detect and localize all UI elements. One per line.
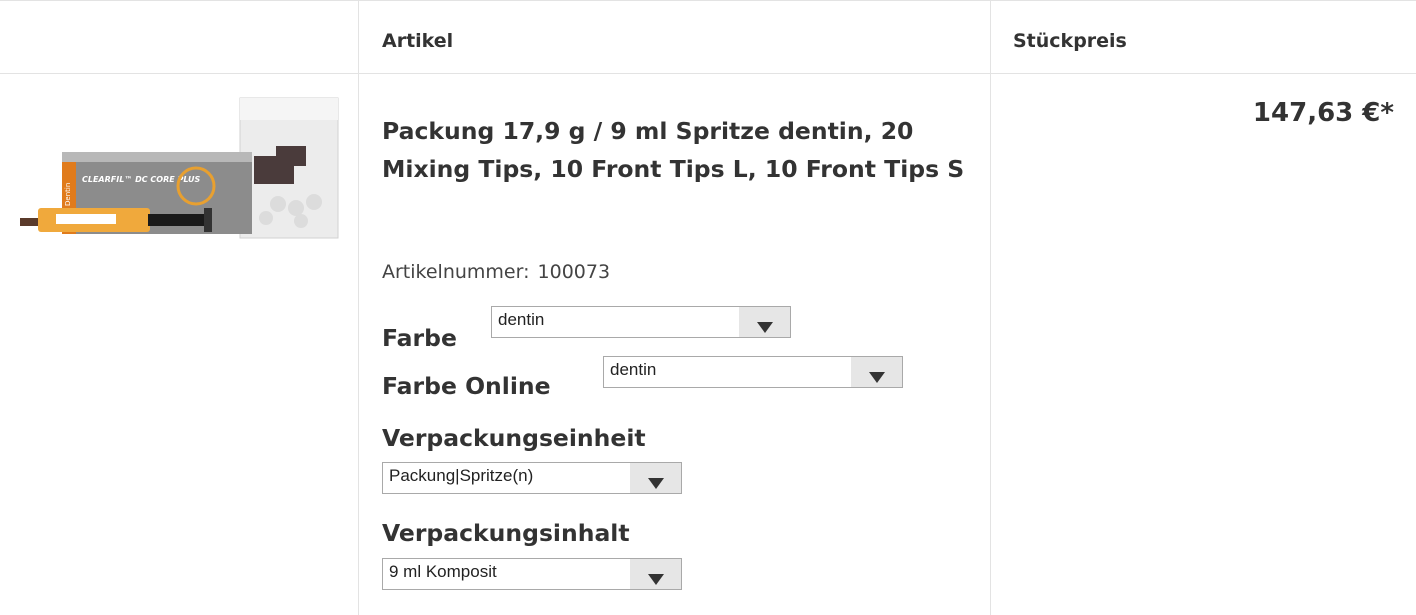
verpackungseinheit-select[interactable]: Packung|Spritze(n) [382,462,682,494]
farbe-online-select[interactable]: dentin [603,356,903,388]
article-number: Artikelnummer: 100073 [382,261,610,283]
unit-price: 147,63 €* [1252,98,1394,128]
table-header-divider [0,73,1416,74]
farbe-select-value: dentin [498,310,545,329]
chevron-down-icon [630,559,681,589]
verpackungsinhalt-label: Verpackungsinhalt [382,519,630,547]
product-title[interactable]: Packung 17,9 g / 9 ml Spritze dentin, 20… [382,112,982,188]
verpackungseinheit-label: Verpackungseinheit [382,424,646,452]
image-band-text: Dentin [64,183,72,206]
article-number-label: Artikelnummer: [382,261,530,283]
farbe-online-select-value: dentin [610,360,657,379]
column-header-stueckpreis: Stückpreis [1013,30,1127,52]
verpackungseinheit-select-value: Packung|Spritze(n) [389,466,534,485]
cart-table: Artikel Stückpreis Dentin CLEARFIL™ DC C… [0,0,1416,615]
chevron-down-icon [739,307,790,337]
table-border-top [0,0,1416,1]
column-divider [990,0,991,615]
farbe-select[interactable]: dentin [491,306,791,338]
image-brand-text: CLEARFIL™ DC CORE PLUS [82,175,201,184]
verpackungsinhalt-select-value: 9 ml Komposit [389,562,497,581]
farbe-label: Farbe [382,324,457,352]
column-divider [358,0,359,615]
article-number-value: 100073 [537,261,611,283]
chevron-down-icon [851,357,902,387]
chevron-down-icon [630,463,681,493]
verpackungsinhalt-select[interactable]: 9 ml Komposit [382,558,682,590]
column-header-artikel: Artikel [382,30,454,52]
product-image[interactable]: Dentin CLEARFIL™ DC CORE PLUS [16,96,340,246]
farbe-online-label: Farbe Online [382,372,551,400]
